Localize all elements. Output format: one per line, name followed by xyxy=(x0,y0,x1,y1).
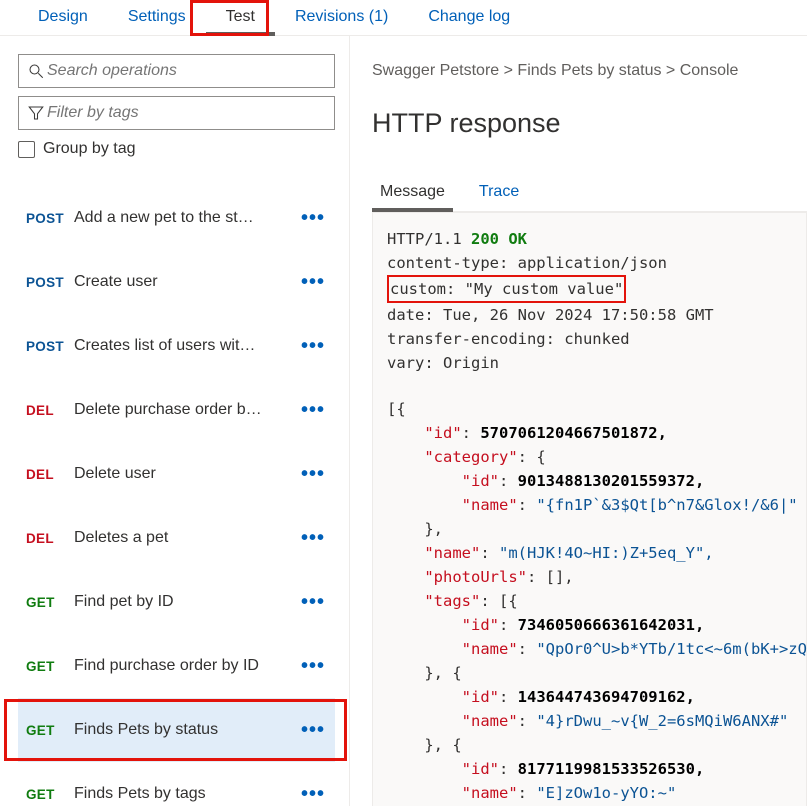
operation-row[interactable]: DELDelete user••• xyxy=(18,442,335,506)
more-icon[interactable]: ••• xyxy=(291,335,335,358)
operation-row[interactable]: DELDeletes a pet••• xyxy=(18,506,335,570)
http-method-badge: POST xyxy=(26,339,74,354)
more-icon[interactable]: ••• xyxy=(291,783,335,806)
operations-panel: Group by tag POSTAdd a new pet to the st… xyxy=(0,36,350,806)
search-operations[interactable] xyxy=(18,54,335,88)
http-method-badge: GET xyxy=(26,723,74,738)
more-icon[interactable]: ••• xyxy=(291,399,335,422)
operation-name: Create user xyxy=(74,273,291,291)
search-icon xyxy=(27,62,45,80)
more-icon[interactable]: ••• xyxy=(291,463,335,486)
operation-name: Find pet by ID xyxy=(74,593,291,611)
tab-revisions[interactable]: Revisions (1) xyxy=(275,4,408,35)
more-icon[interactable]: ••• xyxy=(291,271,335,294)
header-date: date: Tue, 26 Nov 2024 17:50:58 GMT xyxy=(387,303,792,327)
http-method-badge: POST xyxy=(26,211,74,226)
http-method-badge: GET xyxy=(26,787,74,802)
http-method-badge: DEL xyxy=(26,531,74,546)
more-icon[interactable]: ••• xyxy=(291,527,335,550)
filter-icon xyxy=(27,104,45,122)
response-headers: HTTP/1.1 200 OK content-type: applicatio… xyxy=(372,212,807,806)
operation-name: Finds Pets by status xyxy=(74,721,291,739)
group-by-tag-label: Group by tag xyxy=(43,140,136,158)
response-subtabs: Message Trace xyxy=(372,177,807,212)
operation-name: Delete purchase order b… xyxy=(74,401,291,419)
status-code: 200 OK xyxy=(471,230,527,248)
operation-name: Finds Pets by tags xyxy=(74,785,291,803)
header-vary: vary: Origin xyxy=(387,351,792,375)
http-method-badge: DEL xyxy=(26,467,74,482)
tab-changelog[interactable]: Change log xyxy=(408,4,530,35)
http-method-badge: GET xyxy=(26,595,74,610)
header-content-type: content-type: application/json xyxy=(387,251,792,275)
operation-row[interactable]: GETFinds Pets by status••• xyxy=(18,698,335,762)
http-method-badge: GET xyxy=(26,659,74,674)
operation-name: Delete user xyxy=(74,465,291,483)
more-icon[interactable]: ••• xyxy=(291,591,335,614)
tab-test[interactable]: Test xyxy=(206,4,275,35)
response-panel: Swagger Petstore > Finds Pets by status … xyxy=(350,36,807,806)
operation-row[interactable]: GETFind pet by ID••• xyxy=(18,570,335,634)
breadcrumb: Swagger Petstore > Finds Pets by status … xyxy=(372,62,807,80)
operation-row[interactable]: DELDelete purchase order b…••• xyxy=(18,378,335,442)
operation-row[interactable]: POSTCreate user••• xyxy=(18,250,335,314)
group-by-tag-checkbox[interactable] xyxy=(18,141,35,158)
http-method-badge: DEL xyxy=(26,403,74,418)
filter-input[interactable] xyxy=(45,103,326,123)
http-method-badge: POST xyxy=(26,275,74,290)
subtab-trace[interactable]: Trace xyxy=(475,177,523,211)
tab-settings[interactable]: Settings xyxy=(108,4,206,35)
operation-name: Add a new pet to the st… xyxy=(74,209,291,227)
operation-row[interactable]: GETFinds Pets by tags••• xyxy=(18,762,335,806)
operations-list: POSTAdd a new pet to the st…•••POSTCreat… xyxy=(18,186,335,806)
response-body: [{ "id": 5707061204667501872, "category"… xyxy=(387,397,792,805)
header-transfer-encoding: transfer-encoding: chunked xyxy=(387,327,792,351)
operation-row[interactable]: GETFind purchase order by ID••• xyxy=(18,634,335,698)
more-icon[interactable]: ••• xyxy=(291,655,335,678)
page-title: HTTP response xyxy=(372,108,807,139)
tab-design[interactable]: Design xyxy=(18,4,108,35)
top-tabs: Design Settings Test Revisions (1) Chang… xyxy=(0,0,807,36)
more-icon[interactable]: ••• xyxy=(291,207,335,230)
operation-name: Deletes a pet xyxy=(74,529,291,547)
filter-by-tags[interactable] xyxy=(18,96,335,130)
operation-row[interactable]: POSTCreates list of users wit…••• xyxy=(18,314,335,378)
operation-name: Find purchase order by ID xyxy=(74,657,291,675)
subtab-message[interactable]: Message xyxy=(376,177,449,211)
more-icon[interactable]: ••• xyxy=(291,719,335,742)
search-input[interactable] xyxy=(45,61,326,81)
highlight-custom-header: custom: "My custom value" xyxy=(387,275,626,303)
operation-row[interactable]: POSTAdd a new pet to the st…••• xyxy=(18,186,335,250)
group-by-tag-row[interactable]: Group by tag xyxy=(18,140,335,158)
operation-name: Creates list of users wit… xyxy=(74,337,291,355)
